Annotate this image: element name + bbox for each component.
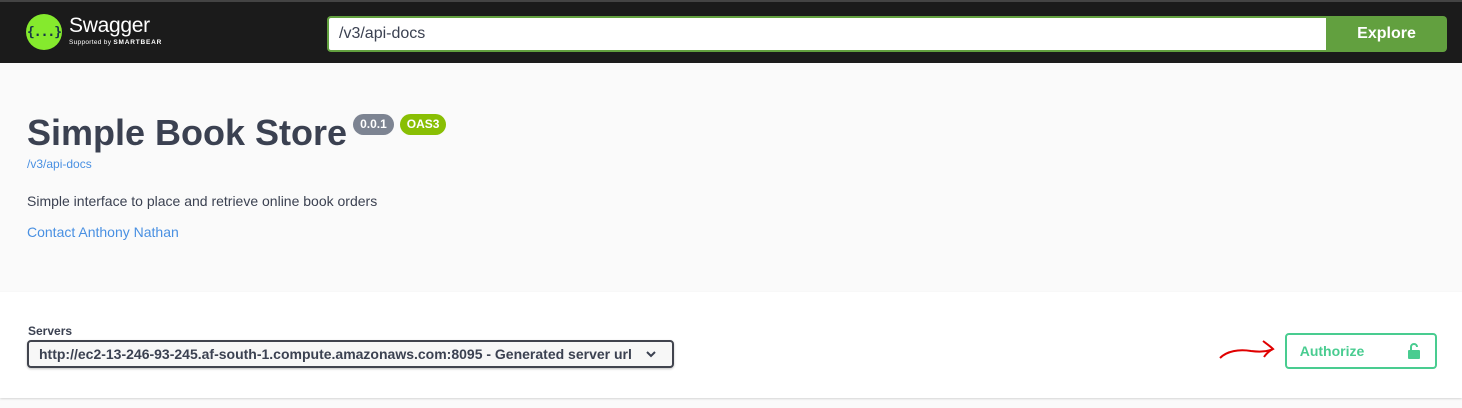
api-info: Simple Book Store 0.0.1 OAS3	[27, 109, 447, 157]
brand-text: Swagger Supported by SMARTBEAR	[69, 14, 162, 46]
unlocked-lock-icon	[1408, 343, 1421, 359]
api-docs-link[interactable]: /v3/api-docs	[27, 157, 92, 171]
brand-supported-by: Supported by	[69, 39, 112, 46]
oas-badge: OAS3	[399, 114, 447, 135]
top-bar: {...} Swagger Supported by SMARTBEAR Exp…	[0, 0, 1462, 63]
brand-tagline: Supported by SMARTBEAR	[69, 39, 162, 46]
authorize-button[interactable]: Authorize	[1285, 333, 1437, 369]
red-arrow-annotation	[1219, 340, 1275, 359]
api-url-input[interactable]	[327, 16, 1327, 52]
server-selected-value: http://ec2-13-246-93-245.af-south-1.comp…	[39, 346, 632, 362]
version-badge: 0.0.1	[353, 114, 394, 135]
explore-button[interactable]: Explore	[1326, 16, 1447, 52]
authorize-label: Authorize	[1299, 343, 1365, 359]
contact-link[interactable]: Contact Anthony Nathan	[27, 224, 179, 240]
api-description: Simple interface to place and retrieve o…	[27, 193, 378, 209]
scheme-container: Servers http://ec2-13-246-93-245.af-sout…	[0, 292, 1462, 398]
brand-company: SMARTBEAR	[113, 39, 163, 46]
swagger-brand[interactable]: {...} Swagger Supported by SMARTBEAR	[26, 14, 162, 50]
server-select[interactable]: http://ec2-13-246-93-245.af-south-1.comp…	[27, 340, 674, 368]
chevron-down-icon	[646, 351, 656, 358]
servers-label: Servers	[28, 324, 73, 338]
title-row: Simple Book Store 0.0.1 OAS3	[27, 109, 447, 157]
swagger-logo-icon: {...}	[26, 14, 62, 50]
page-title: Simple Book Store	[27, 112, 348, 153]
brand-name: Swagger	[69, 14, 150, 37]
